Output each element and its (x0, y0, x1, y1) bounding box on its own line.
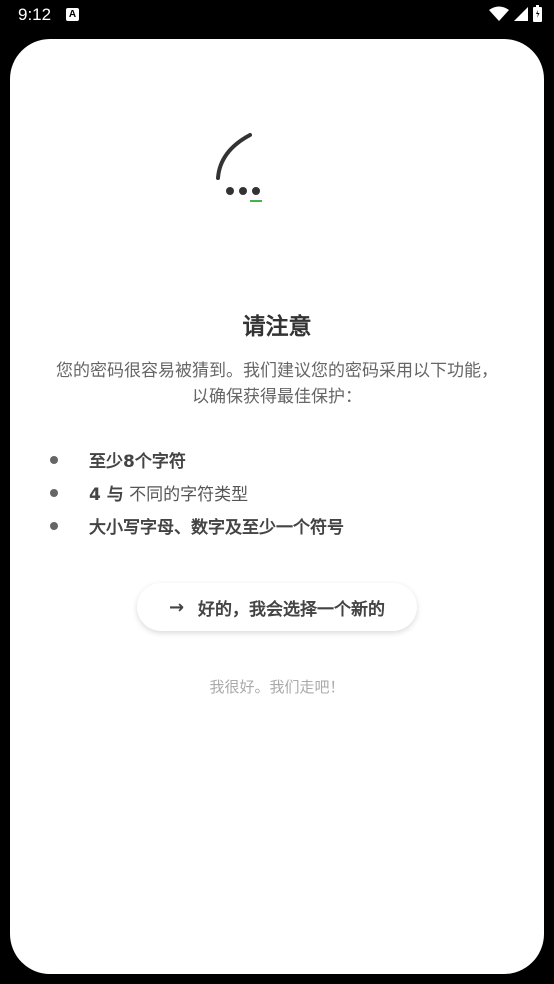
a-icon: A (66, 8, 79, 21)
dialog-title: 请注意 (242, 314, 312, 340)
bullet-icon (50, 489, 58, 497)
battery-icon (533, 5, 542, 22)
list-item: 4 与 不同的字符类型 (48, 476, 508, 509)
status-icons (489, 5, 542, 22)
list-item: 大小写字母、数字及至少一个符号 (48, 509, 508, 542)
dialog-description: 您的密码很容易被猜到。我们建议您的密码采用以下功能，以确保获得最佳保护： (56, 361, 498, 407)
requirement-text: 4 与 不同的字符类型 (89, 485, 249, 505)
bullet-icon (50, 522, 58, 530)
requirement-text: 至少8个字符 (89, 452, 186, 472)
keep-password-link[interactable]: 我很好。我们走吧！ (10, 676, 544, 697)
choose-new-password-label: 好的，我会选择一个新的 (198, 599, 386, 620)
requirements-list: 至少8个字符 4 与 不同的字符类型 大小写字母、数字及至少一个符号 (48, 443, 508, 542)
wifi-icon (489, 6, 509, 21)
signal-icon (514, 6, 528, 21)
status-time: 9:12 (18, 5, 52, 24)
list-item: 至少8个字符 (48, 443, 508, 476)
password-hint-logo-icon (216, 133, 262, 202)
arrow-right-icon: → (168, 596, 185, 618)
status-bar: 9:12 A (0, 0, 554, 32)
bullet-icon (50, 456, 58, 464)
password-warning-sheet: 请注意 您的密码很容易被猜到。我们建议您的密码采用以下功能，以确保获得最佳保护：… (10, 39, 544, 974)
choose-new-password-button[interactable]: → 好的，我会选择一个新的 (137, 583, 417, 631)
requirement-text: 大小写字母、数字及至少一个符号 (89, 518, 344, 538)
